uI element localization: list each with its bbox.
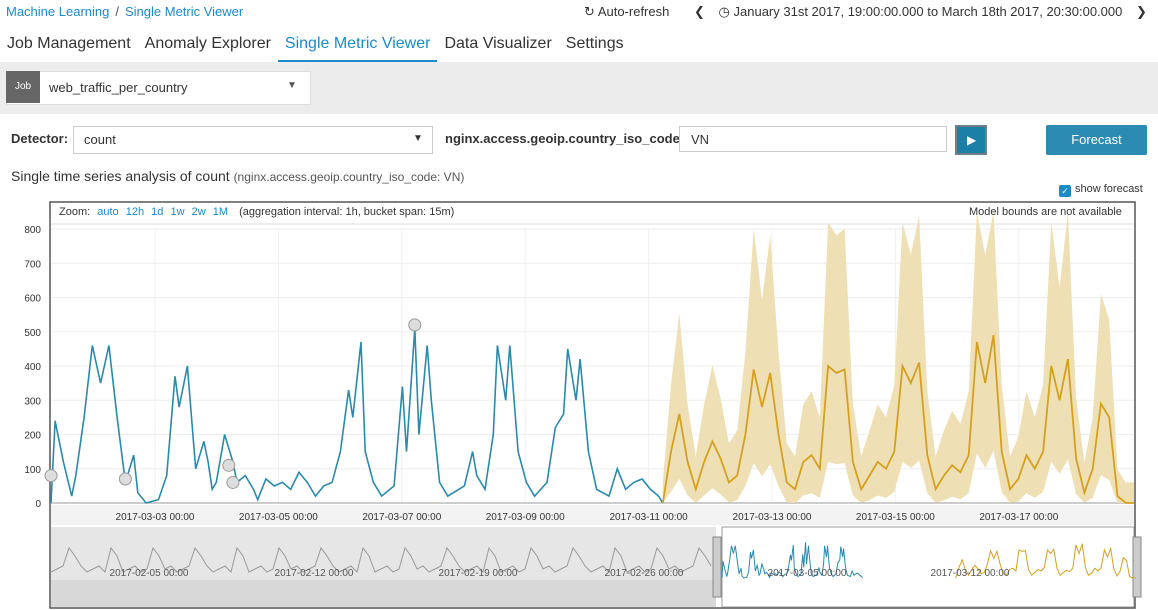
x-tick-label: 2017-03-17 00:00 — [979, 512, 1058, 523]
y-tick-label: 0 — [35, 499, 41, 510]
x-tick-label: 2017-03-15 00:00 — [856, 512, 935, 523]
y-tick-label: 700 — [24, 259, 41, 270]
context-x-tick-label: 2017-03-12 00:00 — [931, 568, 1010, 579]
zoom-controls: Zoom: auto 12h 1d 1w 2w 1M (aggregation … — [59, 206, 454, 218]
context-x-tick-label: 2017-03-05 00:00 — [768, 568, 847, 579]
context-brush-selection[interactable] — [721, 526, 1135, 608]
zoom-option[interactable]: 1w — [170, 206, 184, 218]
chart: 0 100 200 300 400 500 600 700 800 2017-03-03 00:… — [24, 201, 1142, 609]
anomaly-marker[interactable] — [408, 318, 422, 332]
y-tick-label: 800 — [24, 225, 41, 236]
context-swimlane — [51, 580, 716, 607]
x-tick-label: 2017-03-07 00:00 — [362, 512, 441, 523]
x-tick-label: 2017-03-13 00:00 — [733, 512, 812, 523]
x-axis-band — [51, 505, 1134, 525]
y-tick-label: 500 — [24, 328, 41, 339]
anomaly-marker[interactable] — [44, 469, 58, 483]
x-tick-label: 2017-03-11 00:00 — [609, 512, 688, 523]
context-x-tick-label: 2017-02-19 00:00 — [439, 568, 518, 579]
zoom-option[interactable]: auto — [97, 206, 118, 218]
y-tick-label: 100 — [24, 465, 41, 476]
zoom-label: Zoom: — [59, 206, 91, 218]
context-x-tick-label: 2017-02-05 00:00 — [110, 568, 189, 579]
context-x-tick-label: 2017-02-12 00:00 — [275, 568, 354, 579]
plot-area — [44, 211, 1134, 504]
aggregation-interval: (aggregation interval: 1h, bucket span: … — [239, 206, 455, 218]
y-tick-label: 300 — [24, 396, 41, 407]
context-chart: 2017-02-05 00:00 2017-02-12 00:00 2017-02-… — [50, 526, 1142, 608]
zoom-option[interactable]: 12h — [126, 206, 144, 218]
x-tick-label: 2017-03-09 00:00 — [486, 512, 565, 523]
zoom-option[interactable]: 1M — [213, 206, 228, 218]
x-axis: 2017-03-03 00:00 2017-03-05 00:00 2017-03-… — [51, 502, 1134, 525]
brush-handle-left[interactable] — [712, 536, 722, 598]
series-actual-line — [50, 328, 664, 504]
model-bounds-note: Model bounds are not available — [969, 206, 1122, 218]
anomaly-marker[interactable] — [222, 458, 236, 472]
brush-handle-right[interactable] — [1132, 536, 1142, 598]
x-tick-label: 2017-03-03 00:00 — [116, 512, 195, 523]
y-tick-label: 200 — [24, 431, 41, 442]
x-tick-label: 2017-03-05 00:00 — [239, 512, 318, 523]
forecast-bounds — [662, 211, 1134, 503]
y-tick-label: 400 — [24, 362, 41, 373]
y-axis: 0 100 200 300 400 500 600 700 800 — [24, 225, 41, 510]
zoom-option[interactable]: 1d — [151, 206, 163, 218]
anomaly-marker[interactable] — [118, 472, 132, 486]
zoom-option[interactable]: 2w — [192, 206, 206, 218]
anomaly-marker[interactable] — [226, 475, 240, 489]
context-x-tick-label: 2017-02-26 00:00 — [605, 568, 684, 579]
y-tick-label: 600 — [24, 294, 41, 305]
